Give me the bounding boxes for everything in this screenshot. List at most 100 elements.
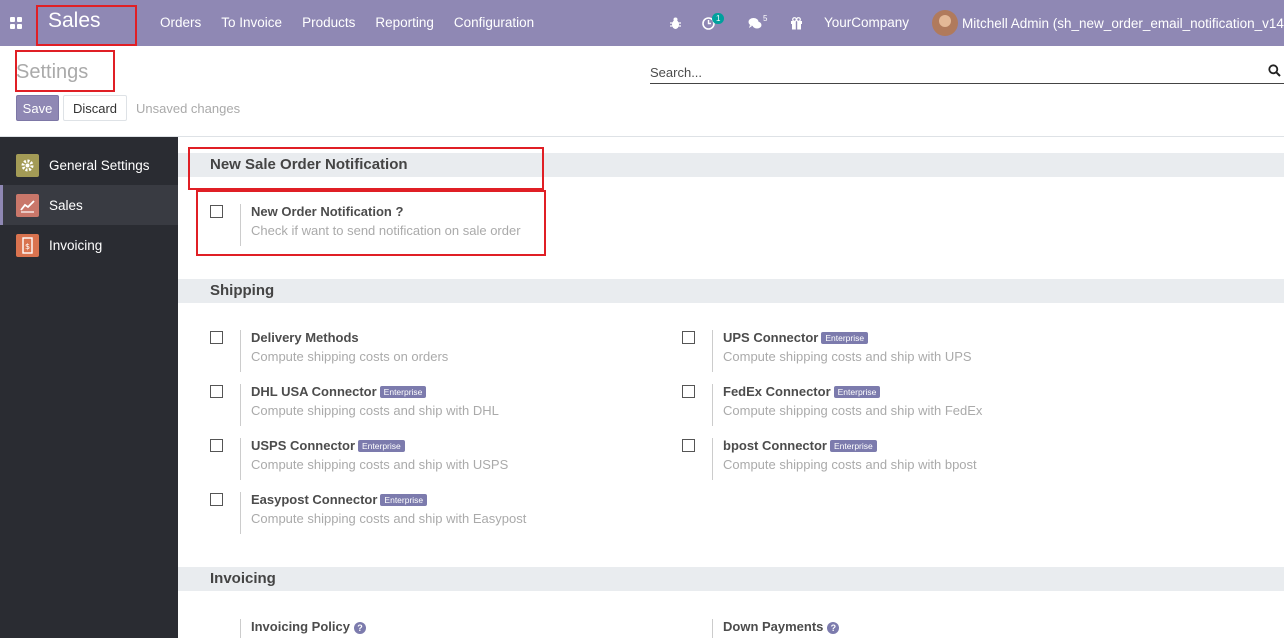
gift-icon[interactable]: [790, 0, 803, 46]
setting-divider: [712, 619, 713, 638]
easypost-connector-checkbox[interactable]: [210, 493, 223, 506]
gear-icon: [16, 153, 39, 177]
help-question-icon[interactable]: ?: [353, 622, 366, 634]
avatar: [932, 10, 958, 36]
settings-sidebar: General Settings Sales $ Invoicing: [0, 137, 178, 638]
setting-description: Compute shipping costs and ship with Fed…: [723, 403, 983, 418]
sidebar-item-label: Invoicing: [49, 237, 103, 253]
search-icon[interactable]: [1268, 64, 1282, 78]
setting-description: Compute shipping costs on orders: [251, 349, 449, 364]
chart-line-icon: [16, 193, 39, 217]
fedex-connector-checkbox[interactable]: [682, 385, 695, 398]
menu-item-orders[interactable]: Orders: [150, 0, 211, 46]
setting-easypost-connector: Easypost Connector Enterprise Compute shi…: [210, 492, 670, 542]
save-button[interactable]: Save: [16, 95, 59, 121]
enterprise-badge: Enterprise: [380, 494, 428, 506]
setting-delivery-methods: Delivery Methods Compute shipping costs …: [210, 330, 670, 380]
setting-invoicing-policy: Invoicing Policy?: [210, 619, 670, 638]
debug-bug-icon[interactable]: [669, 0, 682, 46]
user-menu[interactable]: Mitchell Admin (sh_new_order_email_notif…: [932, 0, 1284, 46]
section-title: Shipping: [210, 282, 275, 299]
section-header-notification: New Sale Order Notification: [178, 153, 1284, 177]
delivery-methods-checkbox[interactable]: [210, 331, 223, 344]
sidebar-item-invoicing[interactable]: $ Invoicing: [0, 225, 178, 265]
setting-label: USPS Connector Enterprise: [251, 438, 405, 453]
section-title: Invoicing: [210, 570, 276, 587]
messages-count-badge: 5: [763, 13, 768, 23]
setting-divider: [240, 384, 241, 426]
setting-new-order-notification: New Order Notification ? Check if want t…: [210, 204, 670, 254]
setting-bpost-connector: bpost Connector Enterprise Compute shippi…: [682, 438, 1142, 488]
enterprise-badge: Enterprise: [830, 440, 877, 452]
discard-button[interactable]: Discard: [63, 95, 127, 121]
bpost-connector-checkbox[interactable]: [682, 439, 695, 452]
messages-chat-icon[interactable]: 5: [748, 0, 768, 46]
new-order-notification-checkbox[interactable]: [210, 205, 223, 218]
activities-clock-icon[interactable]: 1: [702, 0, 727, 46]
company-switcher[interactable]: YourCompany: [824, 0, 909, 46]
setting-down-payments: Down Payments?: [682, 619, 1142, 638]
setting-label: New Order Notification ?: [251, 204, 404, 219]
setting-fedex-connector: FedEx Connector Enterprise Compute shippi…: [682, 384, 1142, 434]
top-navbar: Sales Orders To Invoice Products Reporti…: [0, 0, 1284, 46]
user-name: Mitchell Admin (sh_new_order_email_notif…: [962, 15, 1284, 31]
setting-description: Compute shipping costs and ship with UPS: [723, 349, 972, 364]
enterprise-badge: Enterprise: [821, 332, 869, 344]
search-input[interactable]: [650, 62, 1250, 82]
setting-divider: [240, 492, 241, 534]
control-panel: Settings Save Discard Unsaved changes: [0, 46, 1284, 137]
sidebar-item-label: General Settings: [49, 157, 150, 173]
setting-ups-connector: UPS Connector Enterprise Compute shipping…: [682, 330, 1142, 380]
menu-item-reporting[interactable]: Reporting: [365, 0, 444, 46]
setting-usps-connector: USPS Connector Enterprise Compute shippin…: [210, 438, 670, 488]
section-header-shipping: Shipping: [178, 279, 1284, 303]
setting-divider: [712, 438, 713, 480]
setting-label: bpost Connector Enterprise: [723, 438, 877, 453]
enterprise-badge: Enterprise: [833, 386, 881, 398]
setting-divider: [240, 619, 241, 638]
invoice-icon: $: [16, 233, 39, 257]
help-question-icon[interactable]: ?: [827, 622, 840, 634]
svg-text:$: $: [25, 242, 30, 251]
settings-content: New Sale Order Notification New Order No…: [178, 137, 1284, 638]
setting-label: FedEx Connector Enterprise: [723, 384, 881, 399]
apps-grid-icon: [10, 17, 22, 29]
main-menu: Orders To Invoice Products Reporting Con…: [150, 0, 544, 46]
setting-label: Invoicing Policy?: [251, 619, 366, 634]
setting-divider: [712, 384, 713, 426]
ups-connector-checkbox[interactable]: [682, 331, 695, 344]
activities-count-badge: 1: [712, 12, 725, 24]
usps-connector-checkbox[interactable]: [210, 439, 223, 452]
page-title: Settings: [16, 61, 89, 83]
sidebar-item-general-settings[interactable]: General Settings: [0, 145, 178, 185]
enterprise-badge: Enterprise: [379, 386, 427, 398]
sidebar-item-sales[interactable]: Sales: [0, 185, 178, 225]
apps-menu-button[interactable]: [0, 0, 32, 46]
setting-divider: [240, 330, 241, 372]
setting-description: Compute shipping costs and ship with bpo…: [723, 457, 977, 472]
setting-divider: [240, 204, 241, 246]
setting-label: DHL USA Connector Enterprise: [251, 384, 427, 399]
sidebar-item-label: Sales: [49, 197, 83, 213]
menu-item-to-invoice[interactable]: To Invoice: [211, 0, 292, 46]
section-header-invoicing: Invoicing: [178, 567, 1284, 591]
setting-description: Compute shipping costs and ship with USP…: [251, 457, 509, 472]
setting-dhl-usa-connector: DHL USA Connector Enterprise Compute ship…: [210, 384, 670, 434]
setting-description: Compute shipping costs and ship with Eas…: [251, 511, 527, 526]
setting-description: Check if want to send notification on sa…: [251, 223, 521, 238]
setting-label: Easypost Connector Enterprise: [251, 492, 428, 507]
setting-label: UPS Connector Enterprise: [723, 330, 869, 345]
menu-item-configuration[interactable]: Configuration: [444, 0, 544, 46]
search-bar: [650, 62, 1284, 84]
app-brand[interactable]: Sales: [48, 9, 101, 33]
dhl-usa-connector-checkbox[interactable]: [210, 385, 223, 398]
setting-label: Delivery Methods: [251, 330, 359, 345]
setting-description: Compute shipping costs and ship with DHL: [251, 403, 499, 418]
setting-label: Down Payments?: [723, 619, 840, 634]
unsaved-changes-text: Unsaved changes: [136, 101, 241, 116]
enterprise-badge: Enterprise: [358, 440, 405, 452]
setting-divider: [712, 330, 713, 372]
menu-item-products[interactable]: Products: [292, 0, 365, 46]
section-title: New Sale Order Notification: [210, 156, 408, 173]
setting-divider: [240, 438, 241, 480]
